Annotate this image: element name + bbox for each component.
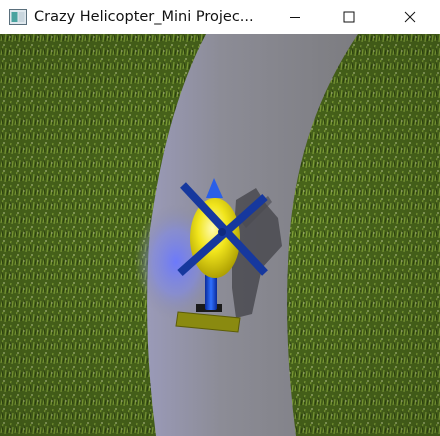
maximize-button[interactable] (322, 0, 376, 34)
maximize-icon (343, 8, 355, 27)
minimize-button[interactable] (268, 0, 322, 34)
rotor-hub (218, 228, 226, 236)
close-icon (404, 8, 416, 27)
close-button[interactable] (383, 0, 437, 34)
title-bar[interactable]: Crazy Helicopter_Mini Projec... (0, 0, 440, 34)
game-canvas[interactable] (0, 34, 440, 436)
window-title: Crazy Helicopter_Mini Projec... (34, 9, 254, 25)
app-icon (9, 9, 27, 25)
app-window: Crazy Helicopter_Mini Projec... (0, 0, 440, 436)
game-viewport[interactable] (0, 34, 440, 436)
minimize-icon (289, 8, 301, 27)
